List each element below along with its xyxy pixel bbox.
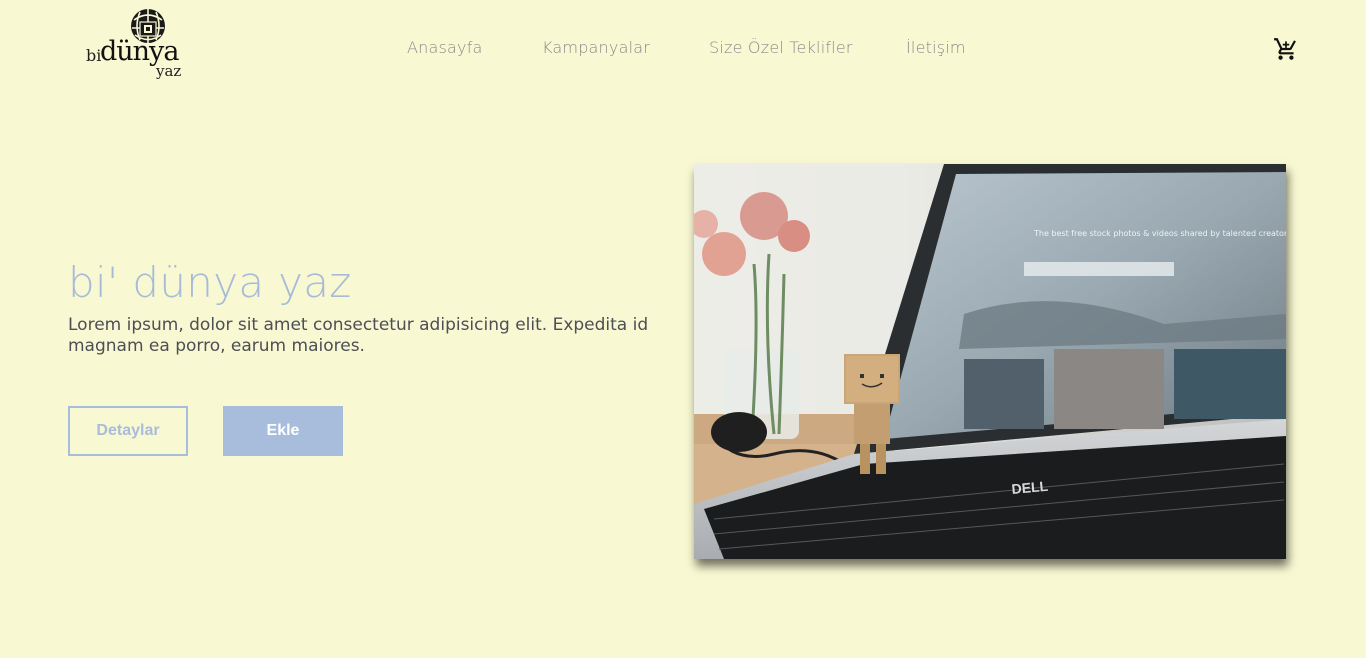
logo-text-yaz: yaz <box>156 62 182 80</box>
laptop-brand-text: DELL <box>1011 478 1049 497</box>
nav-item-special-offers[interactable]: Size Özel Teklifler <box>709 38 853 57</box>
details-button[interactable]: Detaylar <box>68 406 188 456</box>
shopping-cart-icon[interactable] <box>1273 36 1299 62</box>
nav-item-contact[interactable]: İletişim <box>906 38 966 57</box>
nav-item-home[interactable]: Anasayfa <box>407 38 483 57</box>
hero-title: bi' dünya yaz <box>68 258 352 307</box>
screen-headline: The best free stock photos & videos shar… <box>1033 229 1286 238</box>
hero-image-laptop: The best free stock photos & videos shar… <box>694 164 1286 559</box>
nav-item-campaigns[interactable]: Kampanyalar <box>542 38 650 57</box>
main-nav: Anasayfa Kampanyalar Size Özel Teklifler… <box>0 38 1366 62</box>
add-button[interactable]: Ekle <box>223 406 343 456</box>
hero-description: Lorem ipsum, dolor sit amet consectetur … <box>68 315 649 356</box>
